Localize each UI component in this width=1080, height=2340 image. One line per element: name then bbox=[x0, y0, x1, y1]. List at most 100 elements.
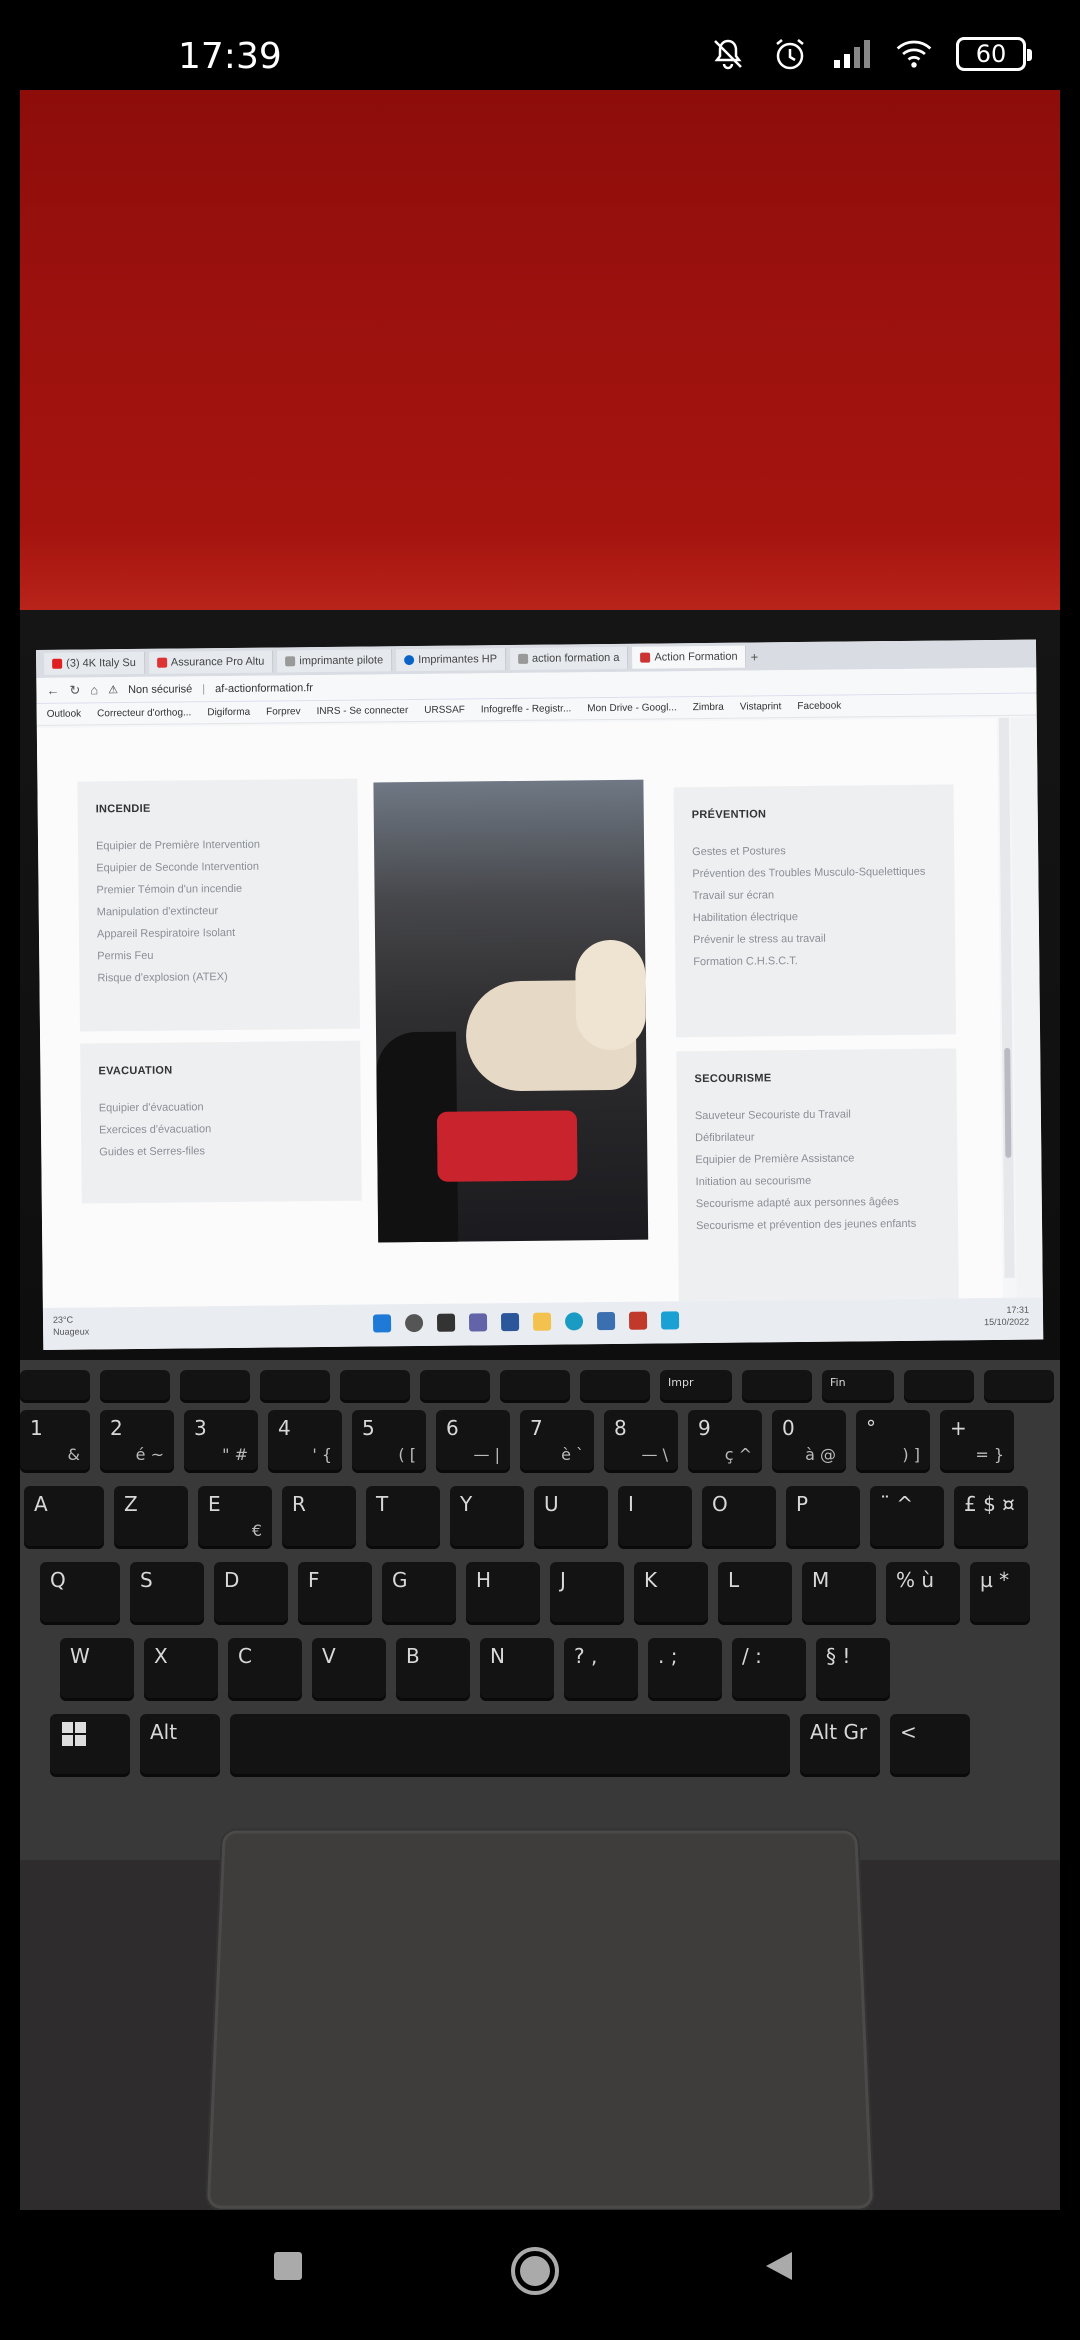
space-key[interactable] bbox=[230, 1714, 790, 1774]
trackpad[interactable] bbox=[206, 1830, 874, 2209]
windows-logo-icon bbox=[62, 1722, 86, 1746]
taskbar-clock[interactable]: 17:31 15/10/2022 bbox=[984, 1304, 1029, 1328]
laptop-screen: (3) 4K Italy Su Assurance Pro Altu impri… bbox=[36, 639, 1044, 1350]
catalog-link[interactable]: Formation C.H.S.C.T. bbox=[693, 949, 937, 974]
bookmark[interactable]: Mon Drive - Googl... bbox=[587, 702, 677, 714]
function-row: Impr Fin bbox=[20, 1370, 1054, 1400]
photo: (3) 4K Italy Su Assurance Pro Altu impri… bbox=[20, 90, 1060, 2210]
number-row: 1 & 2é ~ 3 " # 4 ' { 5( [ 6— | 7è ` 8— \ 9ç… bbox=[20, 1410, 1014, 1470]
incendie-box: INCENDIE Equipier de Première Interventi… bbox=[77, 778, 360, 1032]
category-title: SECOURISME bbox=[694, 1072, 772, 1086]
alarm-icon bbox=[770, 34, 810, 74]
category-title: INCENDIE bbox=[95, 802, 151, 816]
altgr-key[interactable]: Alt Gr bbox=[800, 1714, 880, 1774]
url-text: af-actionformation.fr bbox=[215, 681, 314, 695]
chat-icon[interactable] bbox=[468, 1313, 488, 1332]
app-icon[interactable] bbox=[628, 1311, 648, 1330]
catalog-link[interactable]: Gestes et Postures bbox=[692, 839, 936, 864]
recents-button[interactable] bbox=[270, 2248, 306, 2289]
catalog-link[interactable]: Premier Témoin d'un incendie bbox=[96, 877, 340, 902]
catalog-link[interactable]: Exercices d'évacuation bbox=[99, 1117, 343, 1142]
row-w: W X C V B N ? , . ; / : § ! bbox=[60, 1638, 890, 1698]
row-q: Q S D F G H J K L M % ù µ * bbox=[40, 1562, 1030, 1622]
reload-icon[interactable]: ↻ bbox=[69, 682, 80, 698]
bookmark[interactable]: URSSAF bbox=[424, 705, 465, 716]
status-bar: 17:39 60 bbox=[0, 0, 1080, 90]
app-icon[interactable] bbox=[660, 1311, 680, 1330]
bookmark[interactable]: Outlook bbox=[47, 709, 82, 720]
browser-tab[interactable]: imprimante pilote bbox=[277, 649, 393, 673]
catalog-link[interactable]: Défibrilateur bbox=[695, 1125, 939, 1150]
catalog-link[interactable]: Initiation au secourisme bbox=[695, 1169, 939, 1194]
scroll-thumb[interactable] bbox=[1004, 1047, 1012, 1158]
bookmark[interactable]: Facebook bbox=[797, 701, 841, 712]
bookmark[interactable]: Vistaprint bbox=[740, 701, 782, 712]
search-icon[interactable] bbox=[404, 1313, 424, 1333]
key-fin[interactable]: Fin bbox=[822, 1370, 894, 1400]
edge-icon[interactable] bbox=[564, 1312, 584, 1331]
bookmark[interactable]: Infogreffe - Registr... bbox=[481, 703, 572, 715]
catalog-link[interactable]: Appareil Respiratoire Isolant bbox=[97, 921, 341, 946]
back-icon[interactable]: ← bbox=[46, 683, 59, 698]
store-icon[interactable] bbox=[596, 1311, 616, 1331]
web-page: INCENDIE Equipier de Première Interventi… bbox=[36, 717, 1003, 1308]
laptop-keyboard: Impr Fin 1 & 2é ~ 3 " # 4 ' { 5( [ 6— | 7è … bbox=[20, 1360, 1060, 1860]
bookmark[interactable]: Zimbra bbox=[693, 702, 724, 713]
wifi-icon bbox=[894, 34, 934, 74]
taskbar-apps bbox=[372, 1311, 680, 1333]
evacuation-box: EVACUATION Equipier d'évacuation Exercic… bbox=[80, 1040, 362, 1204]
catalog-link[interactable]: Habilitation électrique bbox=[693, 905, 937, 930]
navigation-bar bbox=[0, 2210, 1080, 2340]
weather-widget[interactable]: 23°C Nuageux bbox=[53, 1313, 89, 1337]
windows-start-icon[interactable] bbox=[372, 1314, 392, 1333]
mute-icon bbox=[708, 34, 748, 74]
category-title: PRÉVENTION bbox=[691, 808, 767, 822]
bookmark[interactable]: Forprev bbox=[266, 706, 301, 717]
secourisme-box: SECOURISME Sauveteur Secouriste du Trava… bbox=[676, 1048, 959, 1302]
folder-icon[interactable] bbox=[532, 1312, 552, 1331]
word-icon[interactable] bbox=[500, 1312, 520, 1332]
home-icon[interactable]: ⌂ bbox=[90, 682, 98, 697]
catalog-link[interactable]: Equipier d'évacuation bbox=[99, 1095, 343, 1120]
status-icons: 60 bbox=[708, 34, 1032, 74]
less-than-key[interactable]: < bbox=[890, 1714, 970, 1774]
alt-key[interactable]: Alt bbox=[140, 1714, 220, 1774]
new-tab-icon[interactable]: + bbox=[751, 649, 759, 664]
task-view-icon[interactable] bbox=[436, 1313, 456, 1332]
back-button[interactable] bbox=[762, 2248, 798, 2289]
catalog-link[interactable]: Secourisme et prévention des jeunes enfa… bbox=[696, 1213, 940, 1238]
catalog-link[interactable]: Sauveteur Secouriste du Travail bbox=[695, 1103, 939, 1128]
signal-icon bbox=[832, 34, 872, 74]
catalog-link[interactable]: Risque d'explosion (ATEX) bbox=[97, 965, 341, 990]
browser-tab[interactable]: Imprimantes HP bbox=[396, 648, 507, 672]
catalog-link[interactable]: Travail sur écran bbox=[692, 883, 936, 908]
catalog-link[interactable]: Equipier de Seconde Intervention bbox=[96, 855, 340, 880]
bookmark[interactable]: INRS - Se connecter bbox=[317, 705, 409, 717]
first-aid-photo bbox=[373, 779, 649, 1243]
browser-tab[interactable]: Assurance Pro Altu bbox=[148, 650, 274, 674]
catalog-link[interactable]: Equipier de Première Assistance bbox=[695, 1147, 939, 1172]
bookmark[interactable]: Digiforma bbox=[207, 707, 250, 718]
browser-tab[interactable]: action formation a bbox=[509, 646, 629, 671]
security-label: Non sécurisé bbox=[127, 682, 193, 696]
red-wall bbox=[20, 90, 1060, 612]
bookmark[interactable]: Correcteur d'orthog... bbox=[97, 707, 191, 719]
catalog-link[interactable]: Permis Feu bbox=[97, 943, 341, 968]
windows-key[interactable] bbox=[50, 1714, 130, 1774]
key-impr[interactable]: Impr bbox=[660, 1370, 732, 1400]
catalog-link[interactable]: Prévenir le stress au travail bbox=[693, 927, 937, 952]
catalog-link[interactable]: Guides et Serres-files bbox=[99, 1139, 343, 1164]
home-button[interactable] bbox=[508, 2244, 562, 2303]
category-title: EVACUATION bbox=[98, 1064, 173, 1078]
prevention-box: PRÉVENTION Gestes et Postures Prévention… bbox=[673, 784, 957, 1038]
phone-screen: 17:39 60 (3) 4K Italy Su Assurance Pro A… bbox=[0, 0, 1080, 2340]
warning-icon: ⚠ bbox=[108, 684, 119, 697]
catalog-link[interactable]: Manipulation d'extincteur bbox=[97, 899, 341, 924]
row-a: A Z E € R T Y U I O P ¨ ^ £ $ ¤ bbox=[24, 1486, 1028, 1546]
catalog-link[interactable]: Secourisme adapté aux personnes âgées bbox=[696, 1191, 940, 1216]
browser-tab-active[interactable]: Action Formation bbox=[632, 645, 747, 669]
browser-tab[interactable]: (3) 4K Italy Su bbox=[44, 651, 145, 675]
status-time: 17:39 bbox=[178, 36, 282, 77]
catalog-link[interactable]: Equipier de Première Intervention bbox=[96, 833, 340, 858]
catalog-link[interactable]: Prévention des Troubles Musculo-Squelett… bbox=[692, 861, 936, 886]
